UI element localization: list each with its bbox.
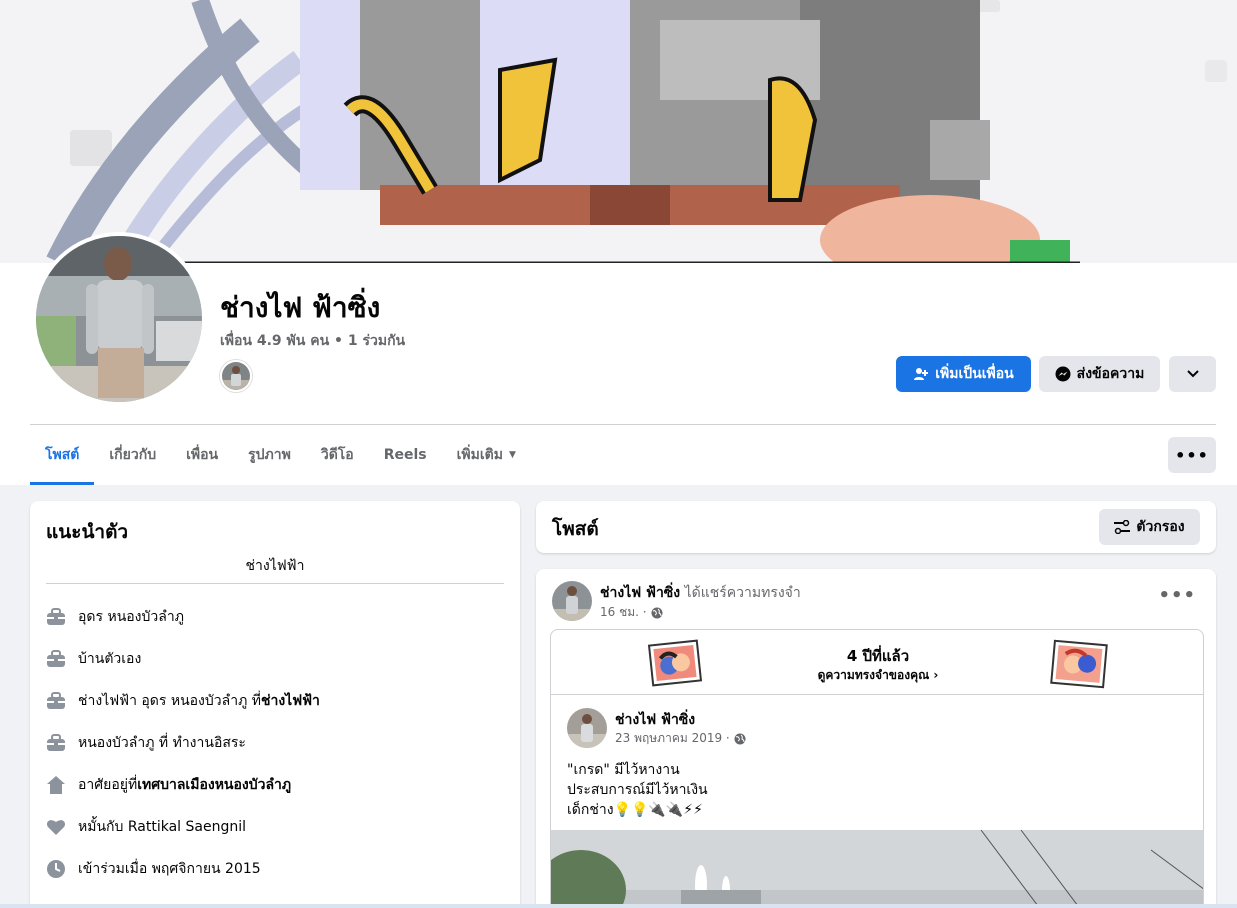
post-action-text: ได้แชร์ความทรงจำ [680,585,801,601]
globe-icon [651,607,663,619]
briefcase-icon [46,607,66,627]
add-friend-button[interactable]: เพิ่มเป็นเพื่อน [896,356,1031,392]
posts-title: โพสต์ [552,518,599,540]
globe-icon [734,733,746,745]
shared-post-date-text: 23 พฤษภาคม 2019 · [615,731,730,745]
tab-more[interactable]: เพิ่มเติม ▼ [442,425,531,485]
messenger-icon [1055,366,1071,382]
intro-bio: ช่างไฟฟ้า [245,558,305,574]
chevron-down-icon [1186,366,1199,382]
intro-item-text: เข้าร่วมเมื่อ พฤศจิกายน 2015 [78,861,261,877]
tab-label: เพิ่มเติม [456,447,503,463]
post-card: ช่างไฟ ฟ้าซิ่ง ได้แชร์ความทรงจำ 16 ชม. ·… [536,569,1216,908]
shared-post-date[interactable]: 23 พฤษภาคม 2019 · [615,729,746,748]
intro-item-text: หนองบัวลำภู ที่ ทำงานอิสระ [78,735,246,751]
intro-item: เข้าร่วมเมื่อ พฤศจิกายน 2015 [46,857,261,881]
memory-attachment[interactable]: 4 ปีที่แล้ว ดูความทรงจำของคุณ › ช่างไฟ ฟ… [550,629,1204,908]
intro-item: ช่างไฟฟ้า อุดร หนองบัวลำภู ที่ ช่างไฟฟ้า [46,689,320,713]
post-timestamp[interactable]: 16 ชม. · [600,603,663,622]
post-text-line: "เกรด" มีไว้หางาน [567,762,680,778]
chevron-right-icon: › [933,668,939,682]
post-text-line: เด็กช่าง💡💡🔌🔌⚡⚡ [567,802,703,818]
post-author-avatar[interactable] [552,581,592,621]
tab-videos[interactable]: วิดีโอ [306,425,369,485]
tab-label: Reels [383,447,427,463]
tab-label: เพื่อน [186,447,219,463]
friends-sticker-icon [1049,639,1109,693]
friends-count[interactable]: เพื่อน 4.9 พัน คน • 1 ร่วมกัน [220,330,405,352]
tab-label: รูปภาพ [248,447,291,463]
profile-name: ช่างไฟ ฟ้าซิ่ง [220,291,381,324]
intro-item: บ้านตัวเอง [46,647,141,671]
briefcase-icon [46,733,66,753]
filter-label: ตัวกรอง [1136,519,1185,535]
post-text-line: ประสบการณ์มีไว้หาเงิน [567,782,708,798]
tab-label: วิดีโอ [320,447,354,463]
filter-button[interactable]: ตัวกรอง [1099,509,1200,545]
tab-friends[interactable]: เพื่อน [171,425,233,485]
post-author-name[interactable]: ช่างไฟ ฟ้าซิ่ง [600,585,680,601]
mutual-friend-avatar[interactable] [220,360,252,392]
cover-photo[interactable] [0,0,1237,263]
post-author: ช่างไฟ ฟ้าซิ่ง ได้แชร์ความทรงจำ [600,582,801,604]
profile-picture[interactable] [32,232,206,406]
intro-item-text: อุดร หนองบัวลำภู [78,609,184,625]
profile-tabs: โพสต์ เกี่ยวกับ เพื่อน รูปภาพ วิดีโอ Ree… [30,425,531,485]
intro-item: หนองบัวลำภู ที่ ทำงานอิสระ [46,731,246,755]
intro-item: อาศัยอยู่ที่ เทศบาลเมืองหนองบัวลำภู [46,773,291,797]
message-label: ส่งข้อความ [1076,366,1145,382]
tab-label: เกี่ยวกับ [109,447,157,463]
shared-post-text: "เกรด" มีไว้หางาน ประสบการณ์มีไว้หาเงิน … [567,760,708,820]
shared-post-avatar[interactable] [567,708,607,748]
tab-posts[interactable]: โพสต์ [30,425,95,485]
memory-banner: 4 ปีที่แล้ว ดูความทรงจำของคุณ › [551,630,1203,695]
home-icon [46,775,66,795]
profile-header: ช่างไฟ ฟ้าซิ่ง เพื่อน 4.9 พัน คน • 1 ร่ว… [0,0,1237,485]
posts-header-card: โพสต์ ตัวกรอง [536,501,1216,553]
briefcase-icon [46,649,66,669]
workplace-link[interactable]: ช่างไฟฟ้า [261,690,320,712]
intro-card: แนะนำตัว ช่างไฟฟ้า อุดร หนองบัวลำภู บ้าน… [30,501,520,908]
post-options-button[interactable]: ••• [1158,585,1196,606]
caret-down-icon: ▼ [508,450,516,460]
tab-label: โพสต์ [45,447,80,463]
heart-icon [46,817,66,837]
add-friend-label: เพิ่มเป็นเพื่อน [935,366,1014,382]
post-time-text: 16 ชม. · [600,605,647,619]
intro-item-text: อาศัยอยู่ที่ [78,777,138,793]
tab-about[interactable]: เกี่ยวกับ [94,425,171,485]
window-bottom-edge [0,904,1237,908]
intro-divider [46,583,504,584]
memory-link-text: ดูความทรงจำของคุณ [817,668,930,682]
profile-more-button[interactable] [1169,356,1216,392]
tabs-overflow-button[interactable]: ••• [1168,437,1216,473]
intro-item-text: หมั้นกับ Rattikal Saengnil [78,819,246,835]
clock-icon [46,859,66,879]
message-button[interactable]: ส่งข้อความ [1039,356,1160,392]
tab-reels[interactable]: Reels [369,425,442,485]
shared-post-author[interactable]: ช่างไฟ ฟ้าซิ่ง [615,709,695,731]
intro-title: แนะนำตัว [46,521,129,543]
city-link[interactable]: เทศบาลเมืองหนองบัวลำภู [137,774,291,796]
intro-item: อุดร หนองบัวลำภู [46,605,184,629]
filter-icon [1114,520,1131,534]
add-friend-icon [913,366,929,382]
intro-item-text: ช่างไฟฟ้า อุดร หนองบัวลำภู ที่ [78,693,261,709]
intro-item-text: บ้านตัวเอง [78,651,142,667]
briefcase-icon [46,691,66,711]
more-dots-icon: ••• [1175,445,1209,465]
tab-photos[interactable]: รูปภาพ [233,425,306,485]
shared-post-photo[interactable] [551,830,1203,908]
intro-item: หมั้นกับ Rattikal Saengnil [46,815,246,839]
